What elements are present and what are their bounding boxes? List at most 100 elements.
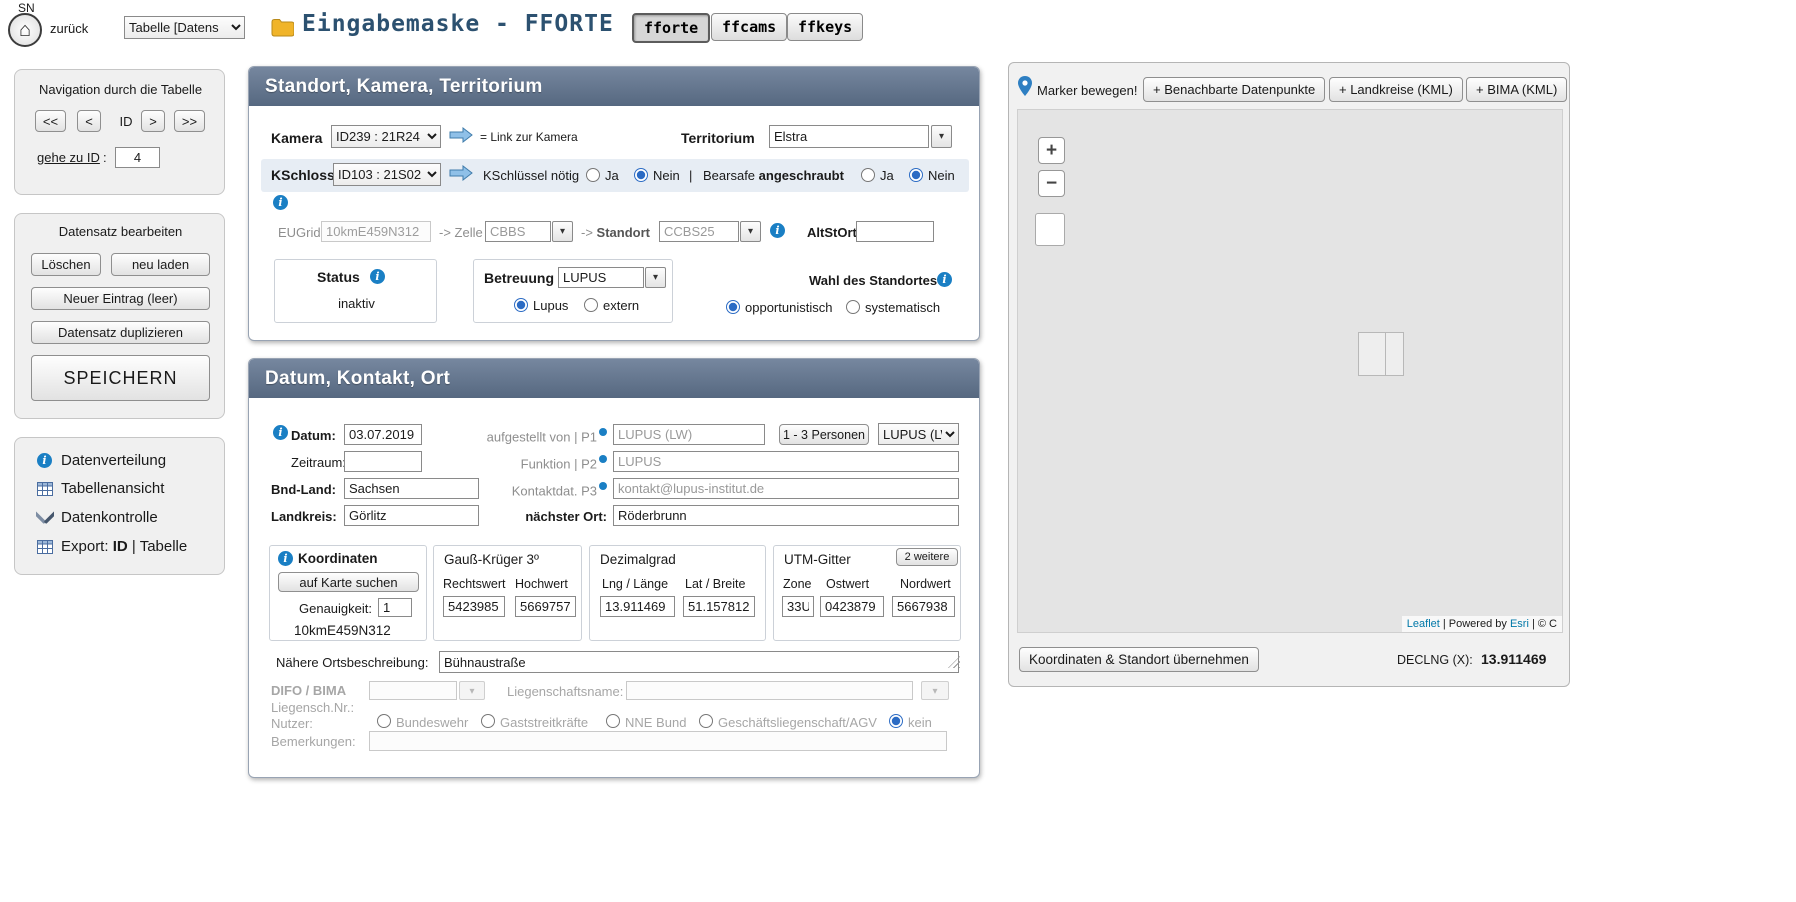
info-icon[interactable]: i [770,223,785,238]
mini-info-icon[interactable] [599,455,607,463]
leaflet-link[interactable]: Leaflet [1407,618,1440,630]
naechster-ort-input[interactable] [613,505,959,526]
info-icon[interactable]: i [273,195,288,210]
territorium-input[interactable] [769,125,929,148]
territorium-dropdown-button[interactable]: ▾ [931,125,952,148]
personen-button[interactable]: 1 - 3 Personen [779,424,869,445]
tab-ffcams[interactable]: ffcams [711,13,787,41]
gauss-krueger-group: Gauß-Krüger 3º Rechtswert Hochwert [433,545,582,641]
kschluessel-ja-radio[interactable] [586,168,600,182]
home-button[interactable]: ⌂ [8,13,42,47]
utm-nordwert-input[interactable] [892,596,955,617]
p1-input[interactable] [613,424,765,445]
map-search-button[interactable]: auf Karte suchen [278,572,419,592]
link-datenverteilung[interactable]: Datenverteilung [61,452,166,469]
add-landkreise-button[interactable]: + Landkreise (KML) [1329,77,1463,102]
attribution-powered: | Powered by [1443,618,1507,630]
save-button[interactable]: SPEICHERN [31,355,210,401]
betreuung-dropdown-button[interactable]: ▾ [645,267,666,288]
p2-input[interactable] [613,451,959,472]
p2-label: Funktion | P2 [419,455,607,471]
camera-link-arrow-icon[interactable] [449,127,473,146]
bearsafe-nein-radio[interactable] [909,168,923,182]
utm-group: UTM-Gitter 2 weitere Zone Ostwert Nordwe… [773,545,961,641]
gk-rechtswert-input[interactable] [443,596,505,617]
kschluessel-nein-radio[interactable] [634,168,648,182]
info-icon[interactable]: i [370,269,385,284]
tab-fforte[interactable]: fforte [632,13,710,43]
add-datapoints-button[interactable]: + Benachbarte Datenpunkte [1143,77,1325,102]
utm-ostwert-input[interactable] [820,596,884,617]
tab-ffkeys[interactable]: ffkeys [787,13,863,41]
table-select[interactable]: Tabelle [Datens [124,16,245,39]
map-canvas[interactable]: + − Leaflet | Powered by Esri | © C [1017,109,1563,633]
utm-more-button[interactable]: 2 weitere [896,548,958,566]
new-entry-button[interactable]: Neuer Eintrag (leer) [31,287,210,310]
personen-select[interactable]: LUPUS (LW [878,423,959,445]
info-icon[interactable]: i [937,272,952,287]
territorium-label: Territorium [681,130,755,146]
camera-link-label[interactable]: = Link zur Kamera [480,130,578,144]
betreuung-lupus-radio[interactable] [514,298,528,312]
map-control-box[interactable] [1035,213,1065,246]
nutzer-gaststreitkraefte-radio[interactable] [481,714,495,728]
gk-col1-label: Rechtswert [443,577,506,591]
difo-label: DIFO / BIMA [271,683,346,698]
bearsafe-ja-radio[interactable] [861,168,875,182]
link-datenkontrolle[interactable]: Datenkontrolle [61,509,158,526]
ortsbeschreibung-input[interactable] [439,651,959,673]
mini-info-icon[interactable] [599,428,607,436]
betreuung-input[interactable] [558,267,644,288]
delete-button[interactable]: Löschen [31,253,101,276]
nav-prev-button[interactable]: < [77,110,101,132]
altstort-input[interactable] [856,221,934,242]
zoom-out-button[interactable]: − [1038,170,1065,197]
nutzer-geschaeftsliegenschaft-radio[interactable] [699,714,713,728]
wahl-opportunistisch-radio[interactable] [726,300,740,314]
export-table-link[interactable]: Tabelle [140,538,188,555]
betreuung-lupus-label: Lupus [533,298,568,313]
standort-dropdown-button[interactable]: ▾ [740,221,761,242]
p3-input[interactable] [613,478,959,499]
nutzer-bundeswehr-radio[interactable] [377,714,391,728]
info-icon[interactable]: i [273,425,288,440]
standort-input[interactable] [659,221,739,242]
back-link[interactable]: zurück [50,21,88,36]
kschloss-select[interactable]: ID103 : 21S02 [333,163,441,186]
panel-standort: Standort, Kamera, Territorium Kamera ID2… [248,66,980,341]
utm-zone-input[interactable] [782,596,814,617]
betreuung-extern-radio[interactable] [584,298,598,312]
dg-lat-input[interactable] [683,596,755,617]
liegensch-nr-input [369,681,457,700]
mini-info-icon[interactable] [599,482,607,490]
zoom-in-button[interactable]: + [1038,137,1065,164]
add-bima-button[interactable]: + BIMA (KML) [1466,77,1567,102]
export-id-link[interactable]: ID [113,538,128,555]
wahl-systematisch-radio[interactable] [846,300,860,314]
zelle-dropdown-button[interactable]: ▾ [552,221,573,242]
info-icon[interactable]: i [278,551,293,566]
datum-input[interactable] [344,424,422,445]
goto-id-input[interactable] [115,147,160,168]
link-tabellenansicht[interactable]: Tabellenansicht [61,480,164,497]
nutzer-kein-radio[interactable] [889,714,903,728]
zeitraum-input[interactable] [344,451,422,472]
nav-next-button[interactable]: > [141,110,165,132]
apply-coordinates-button[interactable]: Koordinaten & Standort übernehmen [1019,647,1259,672]
nutzer-nne-bund-radio[interactable] [606,714,620,728]
dg-lng-input[interactable] [600,596,675,617]
goto-id-link[interactable]: gehe zu ID [37,150,100,165]
nav-first-button[interactable]: << [35,110,66,132]
zelle-input[interactable] [485,221,551,242]
duplicate-button[interactable]: Datensatz duplizieren [31,321,210,344]
wahl-systematisch-label: systematisch [865,300,940,315]
koordinaten-group: i Koordinaten auf Karte suchen Genauigke… [269,545,427,641]
esri-link[interactable]: Esri [1510,618,1529,630]
gk-hochwert-input[interactable] [515,596,576,617]
reload-button[interactable]: neu laden [111,253,210,276]
utm-ostwert-label: Ostwert [826,577,869,591]
genauigkeit-input[interactable] [378,598,412,617]
kschloss-link-arrow-icon[interactable] [449,165,473,184]
kamera-select[interactable]: ID239 : 21R24 [331,125,441,148]
nav-last-button[interactable]: >> [174,110,205,132]
